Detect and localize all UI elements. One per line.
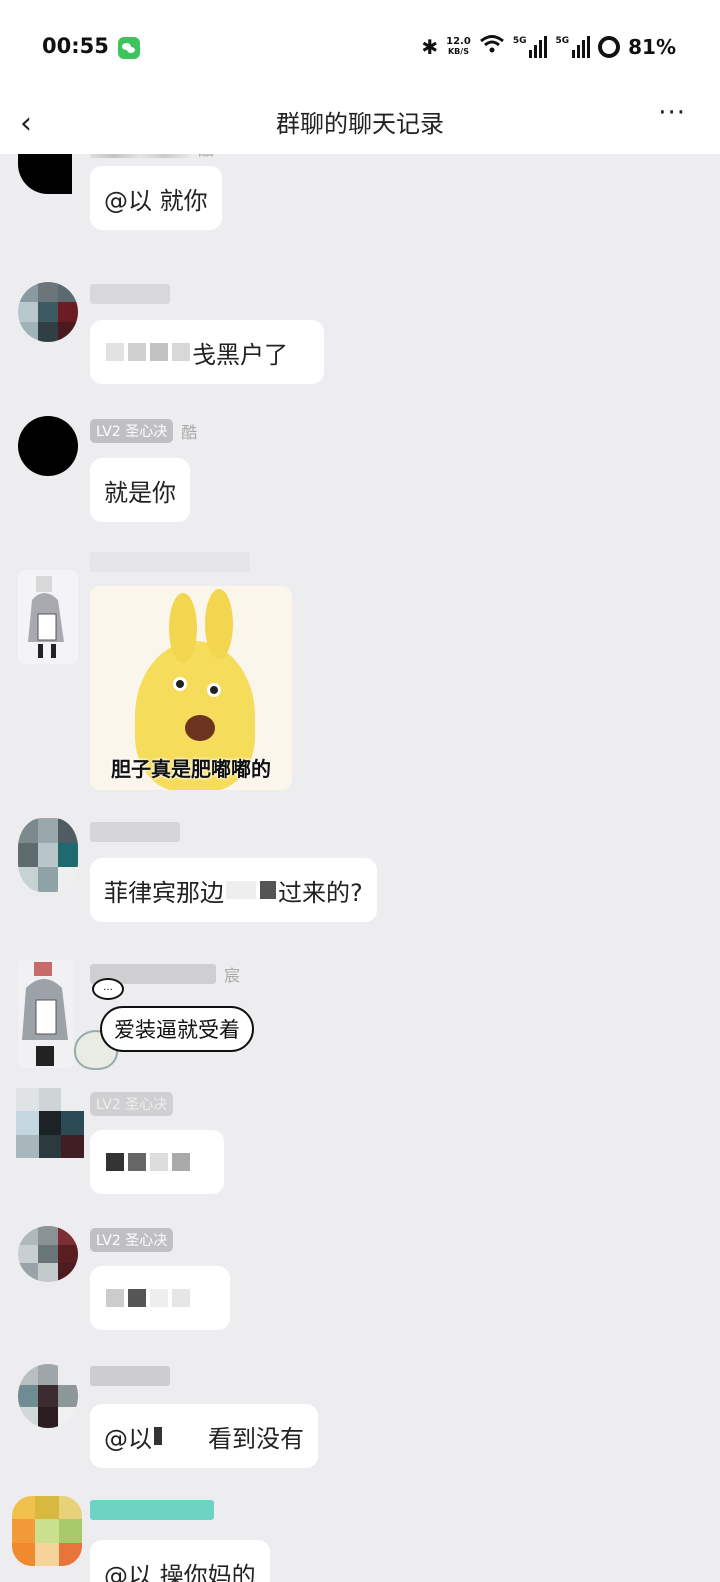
message-text-end: 过来的? bbox=[278, 878, 363, 907]
sticker-caption: 胆子真是肥嘟嘟的 bbox=[111, 757, 271, 781]
message-bubble[interactable]: @以 看到没有 bbox=[90, 1404, 318, 1468]
censored-block bbox=[150, 1289, 168, 1307]
blurred-name bbox=[90, 552, 250, 572]
sticker-text: 爱装逼就受着 bbox=[100, 1006, 254, 1052]
censored-block bbox=[154, 1427, 162, 1445]
more-icon[interactable]: ··· bbox=[658, 98, 686, 128]
avatar[interactable] bbox=[18, 570, 78, 664]
sender-nick: 酷 bbox=[198, 154, 214, 160]
blurred-name bbox=[90, 1500, 214, 1520]
message-item: 菲律宾那边 过来的? bbox=[0, 818, 720, 928]
signal-icon-sim1: 5G bbox=[512, 35, 548, 58]
message-bubble[interactable]: @以 就你 bbox=[90, 166, 222, 230]
sender-row: LV2 圣心决 bbox=[90, 1092, 174, 1116]
sticker-image[interactable]: 胆子真是肥嘟嘟的 bbox=[90, 586, 292, 790]
censored-block bbox=[166, 1427, 206, 1445]
blurred-name bbox=[90, 822, 180, 842]
message-text: @以 就你 bbox=[104, 186, 208, 215]
censored-block bbox=[150, 1153, 168, 1171]
page-title: 群聊的聊天记录 bbox=[276, 110, 444, 138]
message-text: @以 操你妈的 bbox=[104, 1562, 256, 1582]
avatar[interactable] bbox=[18, 416, 78, 476]
sender-nick: 宸 bbox=[224, 966, 241, 985]
blurred-name bbox=[90, 154, 190, 158]
message-item: 宸 ... 爱装逼就受着 bbox=[0, 960, 720, 1080]
sender-row: LV2 圣心决 酷 bbox=[90, 419, 197, 443]
censored-block bbox=[172, 1289, 190, 1307]
sender-row: 酷 bbox=[90, 154, 214, 160]
avatar[interactable] bbox=[18, 960, 74, 1068]
censored-block bbox=[226, 881, 256, 899]
message-text: 就是你 bbox=[104, 478, 176, 507]
avatar[interactable] bbox=[18, 154, 72, 194]
message-item: 酷 @以 就你 bbox=[0, 154, 720, 254]
avatar[interactable] bbox=[18, 1364, 78, 1428]
chat-history-list[interactable]: 酷 @以 就你 戋黑户了 LV2 圣心决 酷 就是你 bbox=[0, 154, 720, 1582]
sender-row bbox=[90, 550, 250, 574]
sender-row bbox=[90, 282, 170, 306]
message-bubble[interactable]: 戋黑户了 bbox=[90, 320, 324, 384]
message-item: 戋黑户了 bbox=[0, 282, 720, 392]
censored-block bbox=[172, 1153, 190, 1171]
message-bubble[interactable] bbox=[90, 1266, 230, 1330]
message-item: @以 看到没有 bbox=[0, 1364, 720, 1474]
censored-block bbox=[106, 1153, 124, 1171]
avatar[interactable] bbox=[18, 818, 78, 892]
avatar[interactable] bbox=[18, 1226, 78, 1282]
avatar[interactable] bbox=[16, 1088, 84, 1158]
battery-percent: 81% bbox=[628, 34, 676, 59]
message-text: 戋黑户了 bbox=[192, 340, 288, 369]
censored-block bbox=[150, 343, 168, 361]
sim1-label: 5G bbox=[512, 35, 527, 46]
sender-row: LV2 圣心决 bbox=[90, 1228, 174, 1252]
status-bar: 00:55 ✱ 12.0 KB/S 5G 5G 81% bbox=[0, 0, 720, 96]
signal-icon-sim2: 5G bbox=[555, 35, 591, 58]
avatar[interactable] bbox=[12, 1496, 82, 1566]
net-speed-value: 12.0 bbox=[446, 35, 471, 47]
level-badge: LV2 圣心决 bbox=[90, 1228, 174, 1252]
censored-block bbox=[128, 343, 146, 361]
censored-block bbox=[106, 343, 124, 361]
nav-bar: ‹ 群聊的聊天记录 ··· bbox=[0, 96, 720, 154]
censored-block bbox=[172, 343, 190, 361]
message-item: LV2 圣心决 bbox=[0, 1088, 720, 1198]
sender-row bbox=[90, 820, 180, 844]
blurred-name bbox=[90, 1366, 170, 1386]
message-text-end: 看到没有 bbox=[208, 1424, 304, 1453]
status-time: 00:55 bbox=[42, 34, 109, 58]
censored-block bbox=[128, 1289, 146, 1307]
censored-block bbox=[128, 1153, 146, 1171]
net-speed: 12.0 KB/S bbox=[446, 35, 471, 57]
message-text-start: @以 bbox=[104, 1424, 152, 1453]
level-badge: LV2 圣心决 bbox=[90, 419, 174, 443]
censored-block bbox=[260, 881, 276, 899]
sim2-label: 5G bbox=[555, 35, 570, 46]
message-item: LV2 圣心决 bbox=[0, 1226, 720, 1336]
status-icons: ✱ 12.0 KB/S 5G 5G 81% bbox=[421, 34, 676, 59]
avatar[interactable] bbox=[18, 282, 78, 342]
sender-row bbox=[90, 1364, 170, 1388]
message-text-start: 菲律宾那边 bbox=[104, 878, 224, 907]
thought-bubble: ... bbox=[92, 978, 124, 1000]
message-bubble[interactable] bbox=[90, 1130, 224, 1194]
blurred-name bbox=[90, 284, 170, 304]
net-speed-unit: KB/S bbox=[447, 46, 469, 56]
message-item: 胆子真是肥嘟嘟的 bbox=[0, 550, 720, 800]
message-item: @以 操你妈的 bbox=[0, 1496, 720, 1582]
message-item: LV2 圣心决 酷 就是你 bbox=[0, 416, 720, 526]
bluetooth-icon: ✱ bbox=[421, 34, 439, 59]
battery-icon bbox=[598, 35, 621, 58]
wifi-icon bbox=[479, 34, 505, 59]
censored-block bbox=[106, 1289, 124, 1307]
message-bubble[interactable]: @以 操你妈的 bbox=[90, 1540, 270, 1582]
wechat-notification-icon bbox=[118, 37, 140, 59]
message-bubble[interactable]: 菲律宾那边 过来的? bbox=[90, 858, 377, 922]
message-bubble[interactable]: 就是你 bbox=[90, 458, 190, 522]
level-badge: LV2 圣心决 bbox=[90, 1092, 174, 1116]
sender-nick: 酷 bbox=[181, 423, 198, 442]
sender-row bbox=[90, 1498, 214, 1522]
